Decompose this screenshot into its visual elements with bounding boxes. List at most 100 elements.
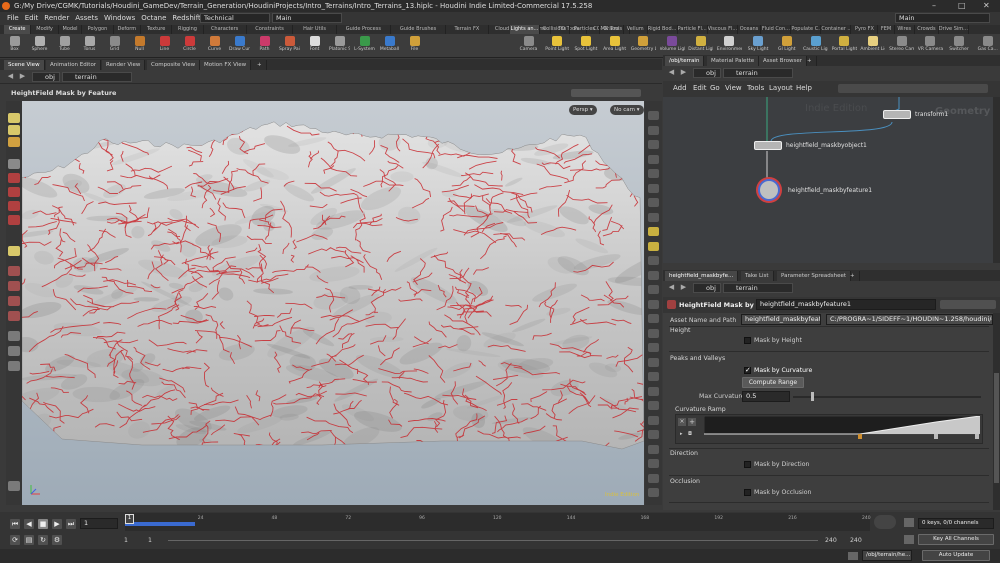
- net-crumb-terrain[interactable]: terrain: [723, 68, 793, 78]
- net-menu-edit[interactable]: Edit: [693, 84, 707, 92]
- loop-icon[interactable]: ↻: [38, 535, 48, 545]
- ramp-options-icon[interactable]: ◘: [688, 431, 692, 437]
- step-back-button[interactable]: ◀: [24, 519, 34, 529]
- shelf-tab-grains[interactable]: Grains: [600, 25, 624, 34]
- direction-section[interactable]: Direction: [670, 450, 698, 457]
- shelf-tab-polygon[interactable]: Polygon: [82, 25, 114, 34]
- net-menu-add[interactable]: Add: [673, 84, 687, 92]
- jump-end-button[interactable]: ⏭: [66, 519, 76, 529]
- back-arrow-icon[interactable]: ◀: [6, 72, 15, 81]
- prefs-icon[interactable]: [648, 357, 659, 367]
- shelf-tab-wires[interactable]: Wires: [895, 25, 915, 34]
- max-curvature-slider-track[interactable]: [793, 396, 981, 398]
- points-icon[interactable]: [648, 169, 659, 178]
- magnet3-tool-icon[interactable]: [8, 296, 20, 306]
- parm-crumb-obj[interactable]: obj: [693, 283, 721, 293]
- shelf-tool-null[interactable]: Null: [129, 35, 150, 57]
- shelf-tool-gi-light[interactable]: GI Light: [774, 35, 799, 57]
- ramp-add-point-icon[interactable]: +: [688, 418, 696, 426]
- brush-tool-icon[interactable]: [8, 246, 20, 256]
- tab-scene-view[interactable]: Scene View: [4, 60, 45, 70]
- magnet2-tool-icon[interactable]: [8, 281, 20, 291]
- shelf-tab-model[interactable]: Model: [59, 25, 83, 34]
- shelf-tab-rigging[interactable]: Rigging: [172, 25, 204, 34]
- node-name-field[interactable]: heightfield_maskbyfeature1: [756, 299, 936, 310]
- shelf-tab-constraints[interactable]: Constraints: [247, 25, 294, 34]
- snapshot-icon[interactable]: [648, 343, 659, 352]
- shelf-tool-platonic-solids[interactable]: Platonic Solids: [329, 35, 350, 57]
- compute-range-button[interactable]: Compute Range: [742, 377, 804, 388]
- view-home-icon[interactable]: [8, 331, 20, 341]
- height-section[interactable]: Height: [670, 327, 690, 334]
- max-curvature-slider-handle[interactable]: [811, 392, 814, 401]
- shelf-tab-container-[interactable]: Container ...: [821, 25, 852, 34]
- net-menu-view[interactable]: View: [725, 84, 742, 92]
- tab-parameter-spreadsheet[interactable]: Parameter Spreadsheet: [777, 271, 852, 281]
- shelf-tool-draw-curve[interactable]: Draw Curve: [229, 35, 250, 57]
- shelf-tab-crowds[interactable]: Crowds: [915, 25, 939, 34]
- handles-icon[interactable]: [648, 415, 659, 425]
- scene-viewport[interactable]: Persp ▾ No cam ▾ Indie Edition: [22, 101, 644, 505]
- add-tab-button-params[interactable]: +: [846, 271, 860, 281]
- shelf-tool-portal-light[interactable]: Portal Light: [832, 35, 857, 57]
- shelf-tab-characters[interactable]: Characters: [204, 25, 247, 34]
- select-tool-icon[interactable]: [8, 113, 20, 123]
- shading-icon[interactable]: [648, 125, 659, 135]
- menu-assets[interactable]: Assets: [72, 12, 101, 25]
- snap-tool-icon[interactable]: [8, 215, 20, 225]
- link-icon[interactable]: [648, 372, 659, 381]
- net-back-arrow-icon[interactable]: ◀: [667, 68, 676, 77]
- backface-icon[interactable]: [648, 198, 659, 207]
- shelf-tab-modify[interactable]: Modify: [31, 25, 59, 34]
- settings-icon[interactable]: ⚙: [52, 535, 62, 545]
- curvature-ramp-widget[interactable]: × + ▸ ◘: [675, 414, 983, 444]
- shelf-tab-drive-sim-[interactable]: Drive Sim...: [939, 25, 969, 34]
- shelf-tab-populate-c-[interactable]: Populate C...: [791, 25, 822, 34]
- shade-icon[interactable]: [648, 459, 659, 468]
- grid-icon[interactable]: [648, 212, 659, 222]
- info-icon[interactable]: [648, 444, 659, 454]
- camera-menu[interactable]: No cam ▾: [610, 105, 644, 115]
- ghost-icon[interactable]: [648, 154, 659, 164]
- background-icon[interactable]: [648, 270, 659, 280]
- mask-by-curvature-checkbox[interactable]: ✓: [744, 367, 751, 374]
- shelf-tool-grid[interactable]: Grid: [104, 35, 125, 57]
- shelf-tab-particles[interactable]: Particles: [570, 25, 600, 34]
- shelf-tool-curve[interactable]: Curve: [204, 35, 225, 57]
- shelf-tool-metaball[interactable]: Metaball: [379, 35, 400, 57]
- shelf-tool-spray-paint[interactable]: Spray Paint: [279, 35, 300, 57]
- net-menu-layout[interactable]: Layout: [769, 84, 793, 92]
- tab-asset-browser[interactable]: Asset Browser: [759, 56, 808, 66]
- shelf-tab-collisions[interactable]: Collisions: [540, 25, 570, 34]
- shadow-icon[interactable]: [648, 241, 659, 251]
- wireframe-icon[interactable]: [648, 140, 659, 149]
- node-transform1[interactable]: [883, 110, 911, 119]
- shelf-tool-point-light[interactable]: Point Light: [545, 35, 570, 57]
- timeline-scrubber[interactable]: 124487296120144168192216240 1: [125, 513, 871, 531]
- tab-animation-editor[interactable]: Animation Editor: [46, 60, 102, 70]
- net-forward-arrow-icon[interactable]: ▶: [679, 68, 688, 77]
- shelf-tool-torus[interactable]: Torus: [79, 35, 100, 57]
- shelf-tool-spot-light[interactable]: Spot Light: [573, 35, 598, 57]
- current-frame-field[interactable]: 1: [80, 518, 118, 529]
- shelf-tool-ambient-light[interactable]: Ambient Light: [860, 35, 885, 57]
- scale-tool-icon[interactable]: [8, 201, 20, 211]
- view-frame-icon[interactable]: [8, 346, 20, 356]
- key-all-icon[interactable]: [904, 535, 914, 544]
- shelf-tab-pyro-fx[interactable]: Pyro FX: [851, 25, 879, 34]
- guide-icon[interactable]: [648, 430, 659, 439]
- path-crumb-obj[interactable]: obj: [32, 72, 60, 82]
- view-tool-icon[interactable]: [8, 187, 20, 197]
- mask-by-occlusion-checkbox[interactable]: [744, 489, 751, 496]
- asset-name-field[interactable]: heightfield_maskbyfeat...: [741, 314, 821, 325]
- shelf-tool-camera[interactable]: Camera: [516, 35, 541, 57]
- shelf-tab-guide-brushes[interactable]: Guide Brushes: [391, 25, 446, 34]
- key-all-channels-button[interactable]: Key All Channels: [918, 534, 994, 545]
- ortho-icon[interactable]: [648, 473, 659, 483]
- tab-parameters[interactable]: heightfield_maskbyfe...: [665, 271, 739, 281]
- safe-area-icon[interactable]: [648, 299, 659, 309]
- shelf-tab-deform[interactable]: Deform: [114, 25, 141, 34]
- shelf-tool-gas-ca-[interactable]: Gas Ca...: [975, 35, 1000, 57]
- handle-tool-icon[interactable]: [8, 173, 20, 183]
- add-tab-button-network[interactable]: +: [803, 56, 817, 66]
